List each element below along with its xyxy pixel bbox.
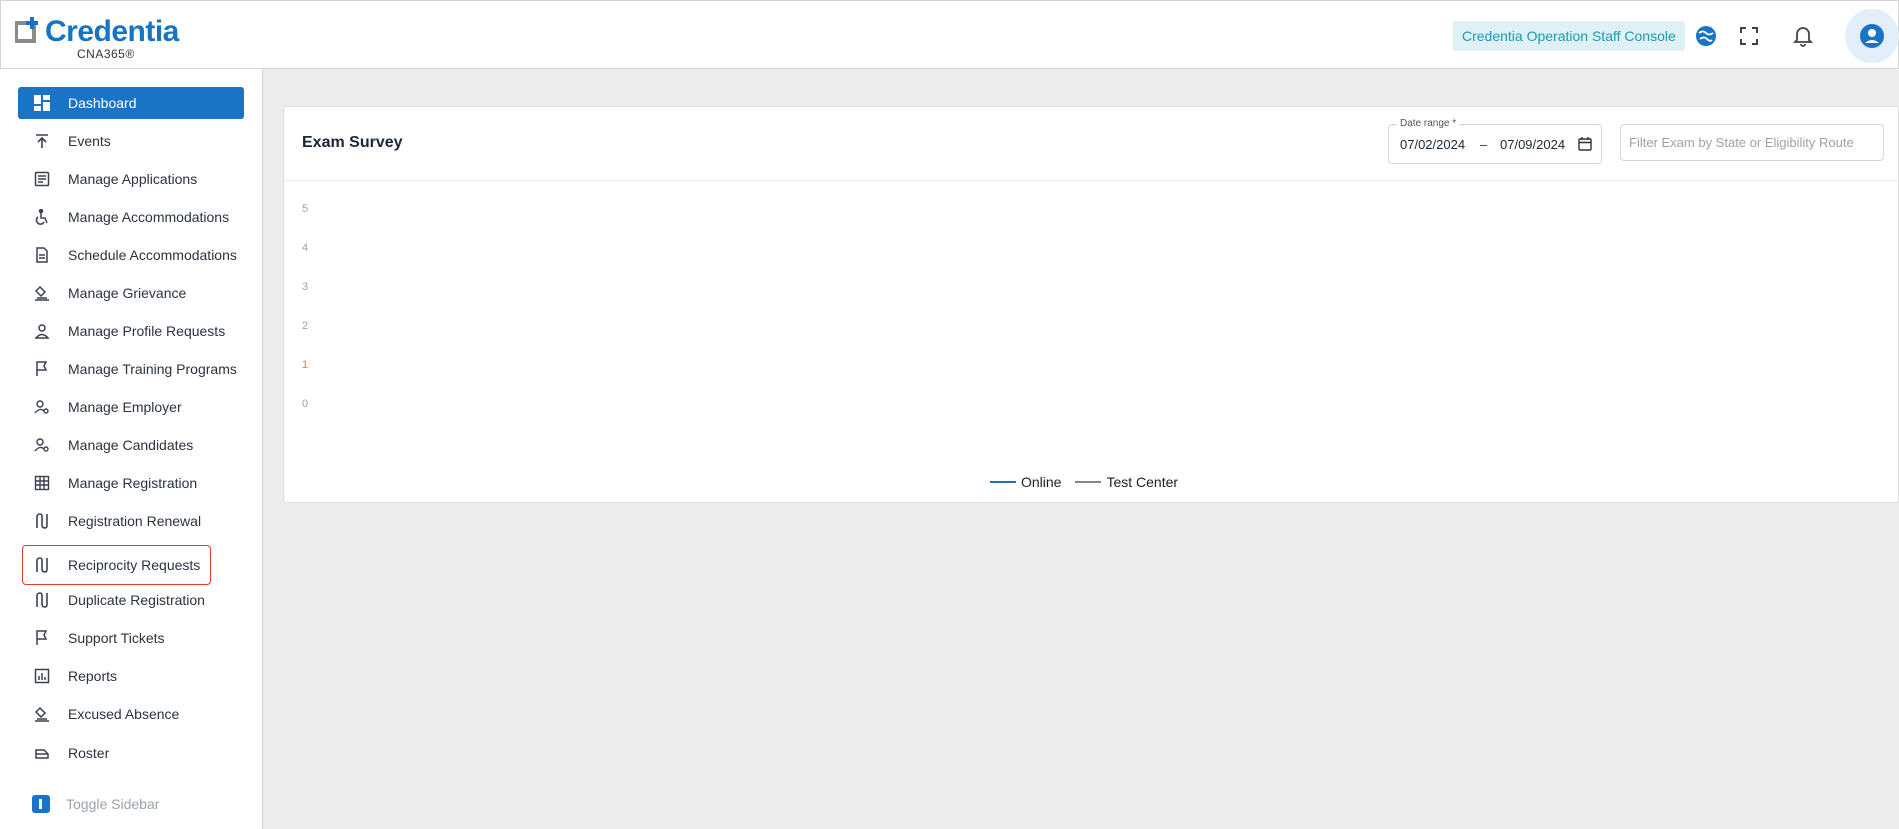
chart-icon <box>32 666 52 686</box>
y-tick-label: 3 <box>302 281 308 293</box>
language-icon[interactable] <box>1691 21 1721 51</box>
console-badge: Credentia Operation Staff Console <box>1453 21 1685 51</box>
card-divider <box>284 180 1898 181</box>
sidebar-item-schedule-accommodations[interactable]: Schedule Accommodations <box>18 239 244 271</box>
legend-label: Test Center <box>1106 474 1179 490</box>
chart-legend: Online Test Center <box>990 474 1192 490</box>
sidebar-item-dashboard[interactable]: Dashboard <box>18 87 244 119</box>
sidebar-item-support-tickets[interactable]: Support Tickets <box>18 622 244 654</box>
credentia-logo[interactable]: Credentia CNA365® <box>15 13 179 61</box>
toggle-sidebar-button[interactable]: Toggle Sidebar <box>18 789 159 819</box>
sidebar-item-events[interactable]: Events <box>18 125 244 157</box>
sidebar-item-label: Events <box>68 133 111 149</box>
sidebar-item-label: Duplicate Registration <box>68 592 205 608</box>
route-icon <box>32 511 52 531</box>
date-end-input[interactable]: 07/09/2024 <box>1500 137 1565 152</box>
legend-item[interactable]: Online <box>990 474 1061 490</box>
calendar-icon[interactable] <box>1577 136 1593 152</box>
user-gear-icon <box>32 397 52 417</box>
sidebar-item-label: Manage Training Programs <box>68 361 237 377</box>
sidebar-item-label: Dashboard <box>68 95 137 111</box>
user-avatar[interactable] <box>1845 9 1899 63</box>
sidebar-item-manage-applications[interactable]: Manage Applications <box>18 163 244 195</box>
sidebar-item-label: Registration Renewal <box>68 513 202 529</box>
logo-subtitle: CNA365® <box>77 47 135 61</box>
y-tick-label: 5 <box>302 203 308 215</box>
account-circle-icon <box>1860 24 1884 48</box>
date-range-label: Date range * <box>1397 118 1460 129</box>
sidebar: Dashboard Events Manage Applications Man… <box>0 69 263 829</box>
list-icon <box>32 169 52 189</box>
sidebar-item-manage-grievance[interactable]: Manage Grievance <box>18 277 244 309</box>
legend-swatch <box>1075 481 1102 483</box>
exam-survey-card: Exam Survey Date range * 07/02/2024 – 07… <box>283 106 1899 503</box>
logo-text: Credentia <box>45 15 179 48</box>
sidebar-item-label: Manage Accommodations <box>68 209 230 225</box>
sidebar-item-duplicate-registration[interactable]: Duplicate Registration <box>18 584 244 616</box>
grid-icon <box>32 473 52 493</box>
sidebar-toggle-icon <box>32 795 50 813</box>
y-tick-label: 1 <box>302 359 308 371</box>
sidebar-item-reports[interactable]: Reports <box>18 660 244 692</box>
user-gear-icon <box>32 435 52 455</box>
sidebar-item-manage-registration[interactable]: Manage Registration <box>18 467 244 499</box>
date-start-input[interactable]: 07/02/2024 <box>1400 137 1465 152</box>
fullscreen-icon[interactable] <box>1734 21 1764 51</box>
document-icon <box>32 245 52 265</box>
legend-label: Online <box>1021 474 1062 490</box>
legend-item[interactable]: Test Center <box>1075 474 1178 490</box>
sidebar-item-label: Support Tickets <box>68 630 165 646</box>
sidebar-item-label: Manage Profile Requests <box>68 323 226 339</box>
sidebar-item-manage-accommodations[interactable]: Manage Accommodations <box>18 201 244 233</box>
top-header: Credentia CNA365® Credentia Operation St… <box>0 0 1899 69</box>
sidebar-item-manage-profile-requests[interactable]: Manage Profile Requests <box>18 315 244 347</box>
sidebar-item-label: Excused Absence <box>68 706 180 722</box>
sidebar-item-label: Manage Employer <box>68 399 182 415</box>
date-separator: – <box>1480 137 1488 152</box>
notification-bell-icon[interactable] <box>1788 21 1818 51</box>
exam-survey-chart: 5 4 3 2 1 0 <box>302 203 308 410</box>
sidebar-item-label: Manage Grievance <box>68 285 187 301</box>
person-icon <box>32 321 52 341</box>
sidebar-item-manage-employer[interactable]: Manage Employer <box>18 391 244 423</box>
sidebar-item-label: Reciprocity Requests <box>68 557 201 573</box>
gavel-icon <box>32 704 52 724</box>
flag-icon <box>32 628 52 648</box>
upload-icon <box>32 131 52 151</box>
date-range-field[interactable]: Date range * 07/02/2024 – 07/09/2024 <box>1388 118 1602 164</box>
sidebar-item-label: Manage Registration <box>68 475 198 491</box>
sidebar-item-manage-training-programs[interactable]: Manage Training Programs <box>18 353 244 385</box>
toggle-sidebar-label: Toggle Sidebar <box>66 796 160 812</box>
sidebar-item-roster[interactable]: Roster <box>18 737 244 769</box>
filter-exam-input[interactable] <box>1620 124 1884 161</box>
accessibility-icon <box>32 207 52 227</box>
sidebar-item-label: Manage Candidates <box>68 437 194 453</box>
flag-icon <box>32 359 52 379</box>
sidebar-item-reciprocity-requests[interactable]: Reciprocity Requests <box>22 545 211 585</box>
dashboard-icon <box>32 93 52 113</box>
sidebar-item-label: Reports <box>68 668 118 684</box>
sidebar-item-label: Roster <box>68 745 110 761</box>
sidebar-item-label: Manage Applications <box>68 171 198 187</box>
gavel-icon <box>32 283 52 303</box>
sidebar-item-manage-candidates[interactable]: Manage Candidates <box>18 429 244 461</box>
y-tick-label: 0 <box>302 398 308 410</box>
legend-swatch <box>990 481 1016 483</box>
sidebar-item-excused-absence[interactable]: Excused Absence <box>18 698 244 730</box>
y-tick-label: 4 <box>302 242 308 254</box>
sidebar-item-registration-renewal[interactable]: Registration Renewal <box>18 505 244 537</box>
card-title: Exam Survey <box>302 134 403 151</box>
sidebar-item-label: Schedule Accommodations <box>68 247 237 263</box>
route-icon <box>32 555 52 575</box>
logo-mark-icon <box>15 17 38 43</box>
route-icon <box>32 590 52 610</box>
y-tick-label: 2 <box>302 320 308 332</box>
roster-icon <box>32 743 52 763</box>
